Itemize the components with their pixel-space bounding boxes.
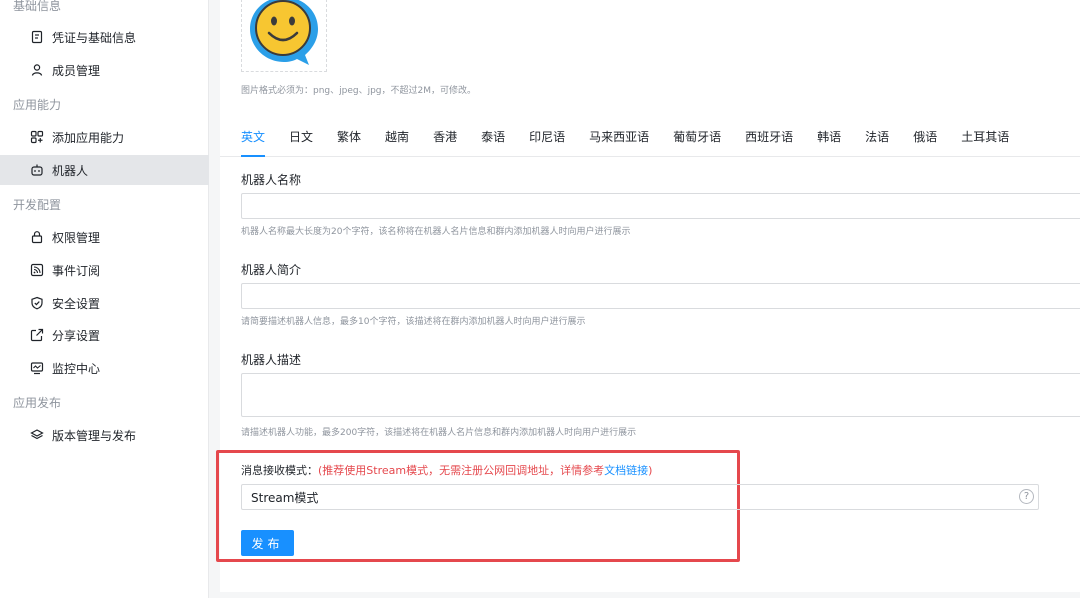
tab-portuguese[interactable]: 葡萄牙语 (673, 128, 721, 150)
robot-intro-input[interactable] (241, 283, 1080, 309)
tab-english[interactable]: 英文 (241, 128, 265, 150)
sidebar-item-label: 成员管理 (52, 63, 101, 78)
tab-japanese[interactable]: 日文 (289, 128, 313, 150)
robot-icon (30, 163, 44, 177)
sidebar-item-label: 安全设置 (52, 296, 101, 311)
sidebar-item-add-capability[interactable]: 添加应用能力 (0, 122, 209, 152)
message-mode-note: (推荐使用Stream模式，无需注册公网回调地址，详情参考 (318, 464, 605, 477)
sidebar-item-label: 监控中心 (52, 361, 101, 376)
avatar-upload[interactable] (241, 0, 327, 72)
robot-desc-textarea[interactable] (241, 373, 1080, 417)
sidebar-item-members[interactable]: 成员管理 (0, 55, 209, 85)
sidebar-item-label: 凭证与基础信息 (52, 30, 137, 45)
robot-name-label: 机器人名称 (241, 173, 302, 187)
sidebar-item-label: 机器人 (52, 163, 89, 178)
sidebar-item-label: 权限管理 (52, 230, 101, 245)
active-tab-indicator (241, 155, 265, 157)
group-title-dev-config: 开发配置 (13, 198, 62, 212)
sidebar-item-credentials[interactable]: 凭证与基础信息 (0, 22, 209, 52)
tab-french[interactable]: 法语 (865, 128, 889, 150)
tab-turkish[interactable]: 土耳其语 (961, 128, 1009, 150)
sidebar-item-label: 分享设置 (52, 328, 101, 343)
tabs-divider (220, 156, 1080, 157)
rss-icon (30, 263, 44, 277)
smiley-chat-icon (245, 0, 323, 71)
tab-spanish[interactable]: 西班牙语 (745, 128, 793, 150)
shield-icon (30, 296, 44, 310)
monitor-icon (30, 361, 44, 375)
tab-malay[interactable]: 马来西亚语 (589, 128, 649, 150)
sidebar-item-versions[interactable]: 版本管理与发布 (0, 420, 209, 450)
message-mode-title: 消息接收模式： (241, 464, 318, 477)
sidebar-item-security[interactable]: 安全设置 (0, 288, 209, 318)
message-mode-label: 消息接收模式：(推荐使用Stream模式，无需注册公网回调地址，详情参考文档链接… (241, 462, 652, 478)
help-icon[interactable]: ? (1019, 489, 1034, 504)
robot-desc-label: 机器人描述 (241, 353, 302, 367)
group-title-release: 应用发布 (13, 396, 62, 410)
robot-desc-hint: 请描述机器人功能，最多200字符，该描述将在机器人名片信息和群内添加机器人时向用… (241, 428, 637, 438)
sidebar-item-robot[interactable]: 机器人 (0, 155, 209, 185)
sidebar-item-label: 添加应用能力 (52, 130, 125, 145)
sidebar-item-label: 事件订阅 (52, 263, 101, 278)
sidebar: 基础信息 凭证与基础信息 成员管理 应用能力 添加应用能力 机器人 开发配置 权… (0, 0, 209, 598)
robot-name-hint: 机器人名称最大长度为20个字符，该名称将在机器人名片信息和群内添加机器人时向用户… (241, 227, 631, 237)
language-tabs: 英文 日文 繁体 越南 香港 泰语 印尼语 马来西亚语 葡萄牙语 西班牙语 韩语… (241, 128, 1033, 158)
sidebar-item-share[interactable]: 分享设置 (0, 320, 209, 350)
robot-intro-label: 机器人简介 (241, 263, 302, 277)
tab-vietnam[interactable]: 越南 (385, 128, 409, 150)
robot-intro-hint: 请简要描述机器人信息，最多10个字符，该描述将在群内添加机器人时向用户进行展示 (241, 317, 586, 327)
tab-russian[interactable]: 俄语 (913, 128, 937, 150)
sidebar-item-events[interactable]: 事件订阅 (0, 255, 209, 285)
message-mode-value: Stream模式 (251, 490, 319, 505)
sidebar-item-monitor[interactable]: 监控中心 (0, 353, 209, 383)
tab-hongkong[interactable]: 香港 (433, 128, 457, 150)
message-mode-note-end: ) (648, 464, 653, 477)
user-icon (30, 63, 44, 77)
lock-icon (30, 230, 44, 244)
tab-korean[interactable]: 韩语 (817, 128, 841, 150)
avatar-format-hint: 图片格式必须为：png、jpeg、jpg，不超过2M，可修改。 (241, 86, 477, 96)
add-capability-icon (30, 130, 44, 144)
message-mode-select[interactable]: Stream模式 ? (241, 484, 1039, 510)
credential-icon (30, 30, 44, 44)
tab-thai[interactable]: 泰语 (481, 128, 505, 150)
sidebar-item-permissions[interactable]: 权限管理 (0, 222, 209, 252)
tab-traditional[interactable]: 繁体 (337, 128, 361, 150)
group-title-basic: 基础信息 (13, 0, 62, 13)
group-title-capability: 应用能力 (13, 98, 62, 112)
robot-name-input[interactable] (241, 193, 1080, 219)
tab-indonesian[interactable]: 印尼语 (529, 128, 565, 150)
publish-button[interactable]: 发布 (241, 530, 294, 556)
doc-link[interactable]: 文档链接 (604, 464, 648, 477)
sidebar-item-label: 版本管理与发布 (52, 428, 137, 443)
layers-icon (30, 428, 44, 442)
share-icon (30, 328, 44, 342)
